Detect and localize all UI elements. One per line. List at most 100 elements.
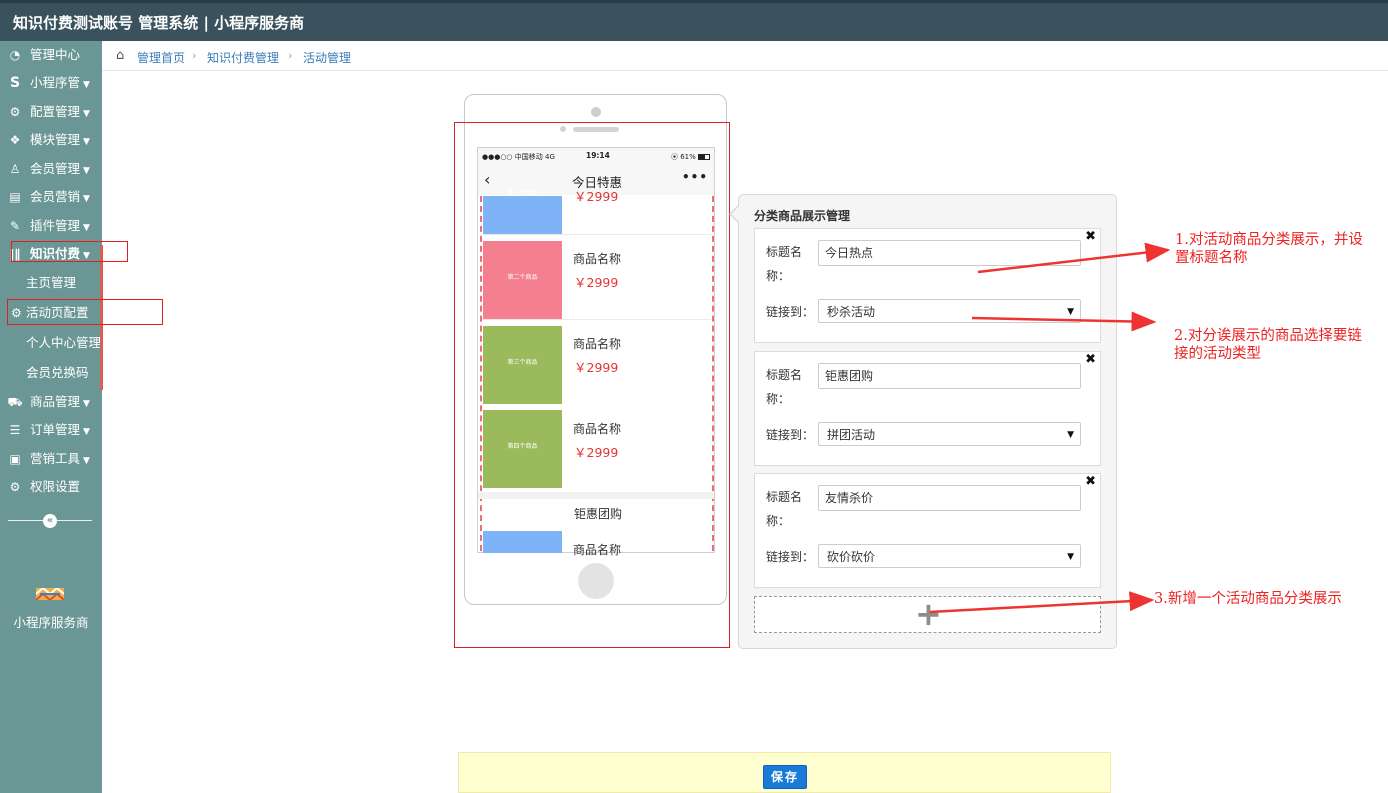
top-bar: 知识付费测试账号 管理系统 | 小程序服务商 [0,0,1388,41]
breadcrumb-activity: 活动管理 [303,51,352,65]
sidebar-item-permissions[interactable]: ⚙ 权限设置 [0,473,102,501]
caret-down-icon: ▼ [1067,430,1074,440]
phone-camera [591,107,601,117]
title-label: 标题名 [766,368,803,382]
chevron-down-icon: ▼ [83,166,90,176]
chevron-down-icon: ▼ [83,194,90,204]
category-card-3: ✖ 标题名 称： 友情杀价 链接到： 砍价砍价 ▼ [754,473,1101,588]
list-icon: ☰ [9,423,21,437]
highlight-box-knowledge [11,241,128,262]
sidebar-item-members[interactable]: ♙ 会员管理 ▼ [0,155,102,183]
title-label-cont: 称： [766,269,791,283]
save-bar: 保存 [458,752,1111,793]
title-label: 标题名 [766,245,803,259]
chevron-down-icon: ▼ [83,223,90,233]
annotation-2-line2: 接的活动类型 [1174,346,1261,362]
sidebar-item-label: 会员管理 [30,161,81,176]
highlight-box-activity-config [7,299,163,325]
sidebar-item-label: 模块管理 [30,132,81,147]
title-label: 标题名 [766,490,803,504]
sidebar-item-config[interactable]: ⚙ 配置管理 ▼ [0,98,102,126]
annotation-2-line1: 2.对分诶展示的商品选择要链 [1174,328,1362,344]
title-input[interactable]: 钜惠团购 [818,363,1081,389]
sidebar-item-marketing-tools[interactable]: ▣ 营销工具 ▼ [0,445,102,473]
brand-logo-icon [35,586,65,602]
chevron-down-icon: ▼ [83,399,90,409]
submenu-label: 个人中心管理 [26,335,102,350]
add-category-button[interactable]: + [754,596,1101,633]
breadcrumb-knowledge[interactable]: 知识付费管理 [207,49,279,66]
sidebar-item-dashboard[interactable]: ◔ 管理中心 [0,41,102,69]
close-icon[interactable]: ✖ [1085,229,1096,244]
plus-icon: + [915,595,942,633]
plug-icon: ✎ [9,219,21,233]
submenu-profile-manage[interactable]: 个人中心管理 [0,328,102,358]
link-select-value: 秒杀活动 [827,305,876,319]
sidebar-item-label: 插件管理 [30,218,81,233]
breadcrumb: ⌂ 管理首页 › 知识付费管理 › 活动管理 [102,41,1388,71]
submenu-label: 会员兑换码 [26,365,89,380]
close-icon[interactable]: ✖ [1085,474,1096,489]
sidebar-item-member-marketing[interactable]: ▤ 会员营销 ▼ [0,183,102,211]
link-label: 链接到： [766,550,815,564]
app-title: 知识付费测试账号 管理系统 | 小程序服务商 [13,14,305,32]
sidebar-item-goods[interactable]: ⛟ 商品管理 ▼ [0,388,102,416]
sidebar: ◔ 管理中心 S 小程序管 ▼ ⚙ 配置管理 ▼ ❖ 模块管理 ▼ ♙ 会员管理 ▼ ▤… [0,41,102,793]
submenu-label: 主页管理 [26,275,77,290]
highlight-box-phone [454,122,730,648]
link-label: 链接到： [766,428,815,442]
brand-name: 小程序服务商 [13,615,89,630]
cart-icon: ⛟ [7,395,23,409]
id-card-icon: ▤ [9,190,21,204]
sidebar-item-label: 营销工具 [30,451,81,466]
sidebar-item-orders[interactable]: ☰ 订单管理 ▼ [0,416,102,444]
breadcrumb-home[interactable]: 管理首页 [137,49,185,66]
gear-icon: ⚙ [9,480,21,494]
category-card-2: ✖ 标题名 称： 钜惠团购 链接到： 拼团活动 ▼ [754,351,1101,466]
sidebar-item-modules[interactable]: ❖ 模块管理 ▼ [0,126,102,154]
title-input[interactable]: 友情杀价 [818,485,1081,511]
sidebar-item-miniprogram[interactable]: S 小程序管 ▼ [0,69,102,97]
annotation-3: 3.新增一个活动商品分类展示 [1154,591,1342,607]
sidebar-item-label: 管理中心 [30,47,81,62]
close-icon[interactable]: ✖ [1085,352,1096,367]
annotation-2: 2.对分诶展示的商品选择要链 接的活动类型 [1174,327,1362,363]
cubes-icon: ❖ [9,133,21,147]
s-logo-icon: S [9,75,21,91]
breadcrumb-separator: › [288,49,293,62]
chevron-down-icon: ▼ [83,137,90,147]
sidebar-item-plugins[interactable]: ✎ 插件管理 ▼ [0,212,102,240]
breadcrumb-separator: › [192,49,197,62]
link-select[interactable]: 拼团活动 ▼ [818,422,1081,446]
annotation-1-line1: 1.对活动商品分类展示，并设 [1175,232,1363,248]
annotation-1-line2: 置标题名称 [1175,250,1248,266]
sidebar-item-label: 订单管理 [30,422,81,437]
home-icon[interactable]: ⌂ [116,48,124,63]
chevron-down-icon: ▼ [83,427,90,437]
title-input[interactable]: 今日热点 [818,240,1081,266]
sidebar-item-label: 商品管理 [30,394,81,409]
link-select-value: 拼团活动 [827,428,876,442]
sidebar-item-label: 配置管理 [30,104,81,119]
category-card-1: ✖ 标题名 称： 今日热点 链接到： 秒杀活动 ▼ [754,228,1101,343]
gears-icon: ⚙ [9,105,21,119]
user-icon: ♙ [9,162,21,176]
link-label: 链接到： [766,305,815,319]
chevron-down-icon: ▼ [83,80,90,90]
link-select[interactable]: 砍价砍价 ▼ [818,544,1081,568]
dashboard-icon: ◔ [9,48,21,62]
sidebar-item-label: 会员营销 [30,189,81,204]
submenu-redeem-code[interactable]: 会员兑换码 [0,358,102,388]
annotation-1: 1.对活动商品分类展示，并设 置标题名称 [1175,231,1363,267]
sidebar-item-label: 权限设置 [30,479,81,494]
link-select[interactable]: 秒杀活动 ▼ [818,299,1081,323]
chevron-down-icon: ▼ [83,456,90,466]
panel-title: 分类商品展示管理 [754,209,851,223]
submenu-home-manage[interactable]: 主页管理 [0,268,102,298]
caret-down-icon: ▼ [1067,307,1074,317]
chevron-down-icon: ▼ [83,109,90,119]
save-button[interactable]: 保存 [763,765,807,789]
title-label-cont: 称： [766,514,791,528]
panel-pointer-fill [731,206,739,222]
sidebar-item-label: 小程序管 [30,75,81,90]
